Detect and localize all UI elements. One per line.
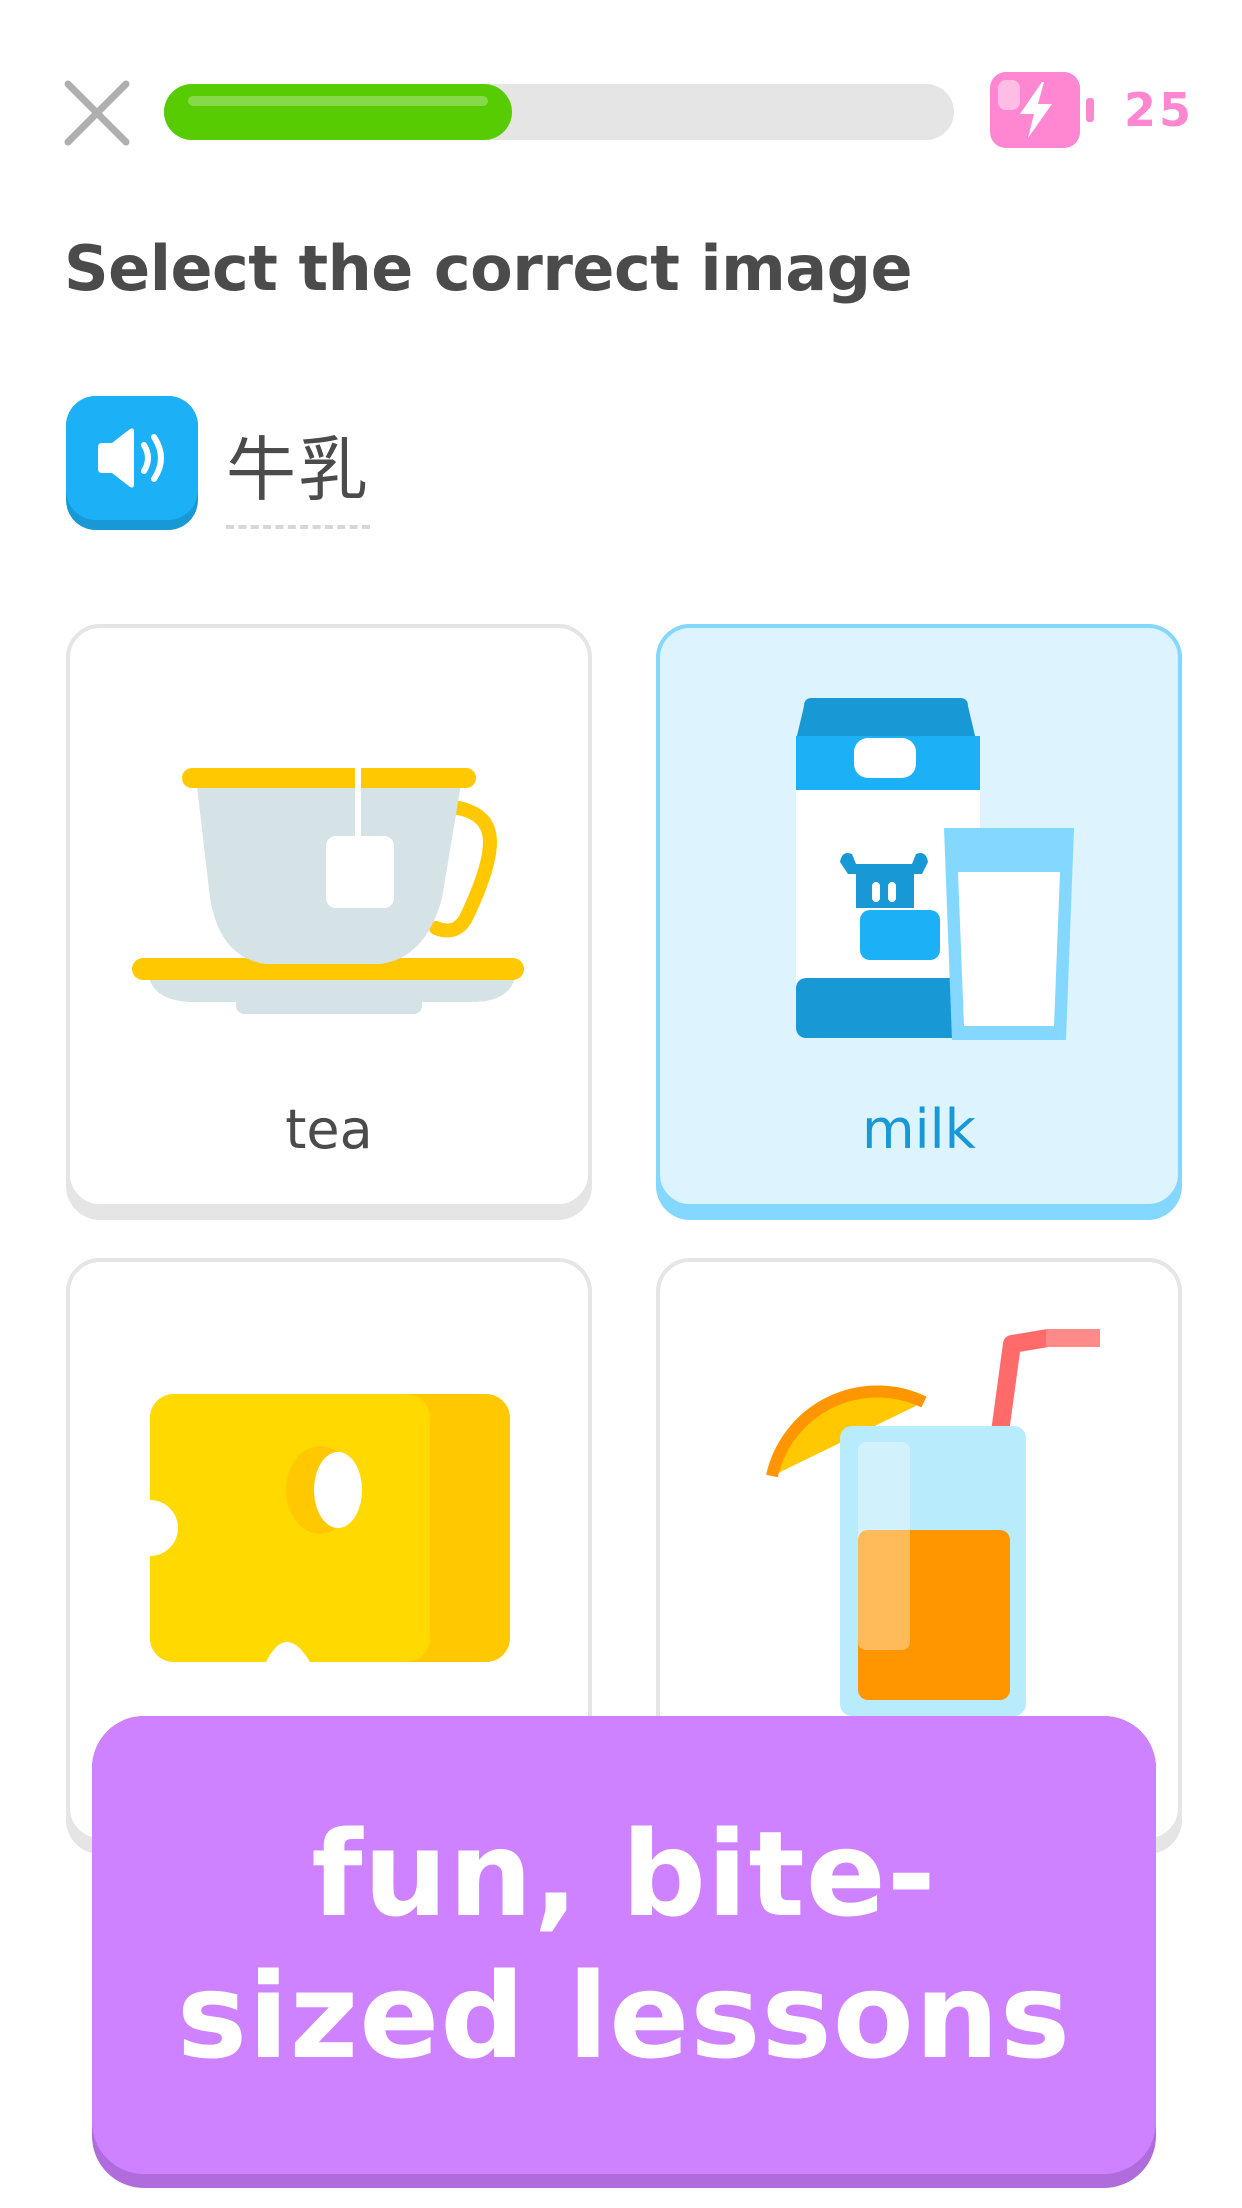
play-audio-button[interactable] xyxy=(66,396,198,530)
option-label-milk: milk xyxy=(862,1098,976,1161)
lesson-progress-bar xyxy=(164,84,954,140)
prompt-word[interactable]: 牛乳 xyxy=(226,414,370,529)
speaker-icon xyxy=(98,428,164,488)
energy-battery-tip xyxy=(1086,98,1094,122)
option-card-tea[interactable]: tea xyxy=(66,624,592,1220)
option-label-tea: tea xyxy=(285,1098,373,1161)
orange-juice-icon xyxy=(766,1329,1100,1716)
teacup-icon xyxy=(132,768,524,1014)
close-icon xyxy=(64,80,130,146)
energy-count: 25 xyxy=(1124,83,1195,137)
exercise-title: Select the correct image xyxy=(64,232,913,305)
progress-fill xyxy=(164,84,512,140)
energy-battery-icon xyxy=(990,72,1080,148)
close-button[interactable] xyxy=(62,78,132,148)
cheese-icon xyxy=(122,1394,510,1662)
option-card-milk[interactable]: milk xyxy=(656,624,1182,1220)
energy-indicator[interactable]: 25 xyxy=(990,72,1194,148)
promo-banner: fun, bite-sized lessons xyxy=(92,1716,1156,2188)
promo-banner-text: fun, bite-sized lessons xyxy=(176,1805,1072,2085)
milk-carton-icon xyxy=(796,698,1074,1040)
